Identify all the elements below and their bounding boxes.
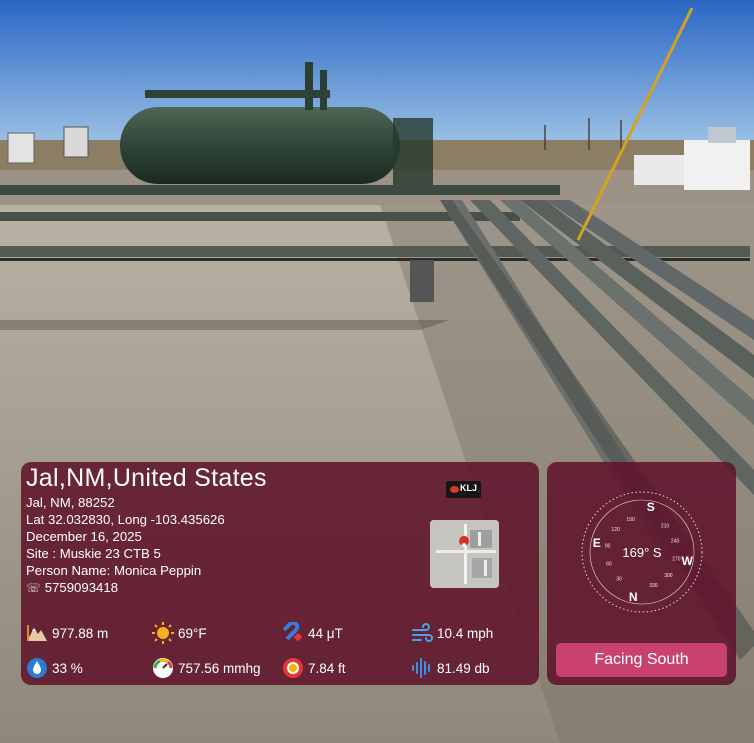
compass-cardinal-n: N: [629, 590, 638, 604]
wind-stat: 10.4 mph: [411, 622, 493, 644]
facing-direction-button[interactable]: Facing South: [556, 643, 727, 677]
compass-degree-label: 120: [611, 527, 620, 533]
pressure-value: 757.56 mmhg: [178, 660, 261, 676]
compass-degree-label: 60: [606, 561, 612, 567]
sun-icon: [152, 622, 174, 644]
magnet-icon: [282, 622, 303, 642]
compass-degree-label: 330: [649, 583, 658, 589]
pressure-stat: 757.56 mmhg: [152, 657, 261, 679]
location-accuracy-icon: [283, 658, 303, 678]
sound-wave-icon: [412, 658, 430, 678]
temperature-stat: 69°F: [152, 622, 207, 644]
phone-line: ☏ 5759093418: [26, 580, 118, 596]
temperature-value: 69°F: [178, 625, 207, 641]
altitude-value: 977.88 m: [52, 625, 109, 641]
sound-value: 81.49 db: [437, 660, 490, 676]
site-line: Site : Muskie 23 CTB 5: [26, 546, 161, 561]
compass-panel: SWNE 150 120 90 60 30 330 300 270 240 210 169° S …: [547, 462, 736, 685]
compass-degree-label: 30: [616, 576, 622, 582]
humidity-value: 33 %: [52, 660, 83, 676]
compass-cardinal-s: S: [647, 500, 655, 514]
pressure-gauge-icon: [153, 658, 173, 678]
map-thumbnail[interactable]: [430, 520, 499, 588]
coordinates-line: Lat 32.032830, Long -103.435626: [26, 512, 225, 527]
magnetic-value: 44 μT: [308, 625, 343, 641]
heading-readout: 169° S: [622, 545, 662, 560]
sound-stat: 81.49 db: [411, 657, 490, 679]
accuracy-stat: 7.84 ft: [282, 657, 346, 679]
location-info-panel: Jal,NM,United States Jal, NM, 88252 Lat …: [21, 462, 539, 685]
compass-cardinal-e: E: [593, 536, 601, 550]
phone-icon: ☏: [26, 581, 42, 595]
wind-value: 10.4 mph: [437, 625, 494, 641]
person-line: Person Name: Monica Peppin: [26, 563, 202, 578]
compass-degree-label: 150: [626, 517, 635, 523]
mountain-icon: [27, 625, 47, 641]
phone-number: 5759093418: [44, 580, 119, 595]
compass-degree-label: 210: [661, 524, 670, 530]
compass-degree-label: 90: [605, 543, 611, 549]
accuracy-value: 7.84 ft: [308, 660, 346, 676]
logo-text: KLJ: [459, 483, 477, 493]
date-line: December 16, 2025: [26, 529, 142, 544]
compass-degree-label: 270: [672, 557, 681, 563]
compass-degree-label: 300: [664, 573, 673, 579]
magnetic-stat: 44 μT: [282, 622, 343, 644]
company-logo: KLJ: [446, 481, 481, 498]
address-line: Jal, NM, 88252: [26, 495, 115, 510]
humidity-stat: 33 %: [26, 657, 83, 679]
altitude-stat: 977.88 m: [26, 622, 108, 644]
compass-degree-label: 240: [671, 539, 680, 545]
humidity-icon: [27, 658, 47, 678]
location-title: Jal,NM,United States: [26, 464, 267, 492]
compass-dial: S W N E 150 120 90 60 30 330 300 270 240 210 169° S: [581, 491, 703, 613]
wind-icon: [412, 623, 433, 642]
compass-cardinal-w: W: [682, 554, 694, 568]
